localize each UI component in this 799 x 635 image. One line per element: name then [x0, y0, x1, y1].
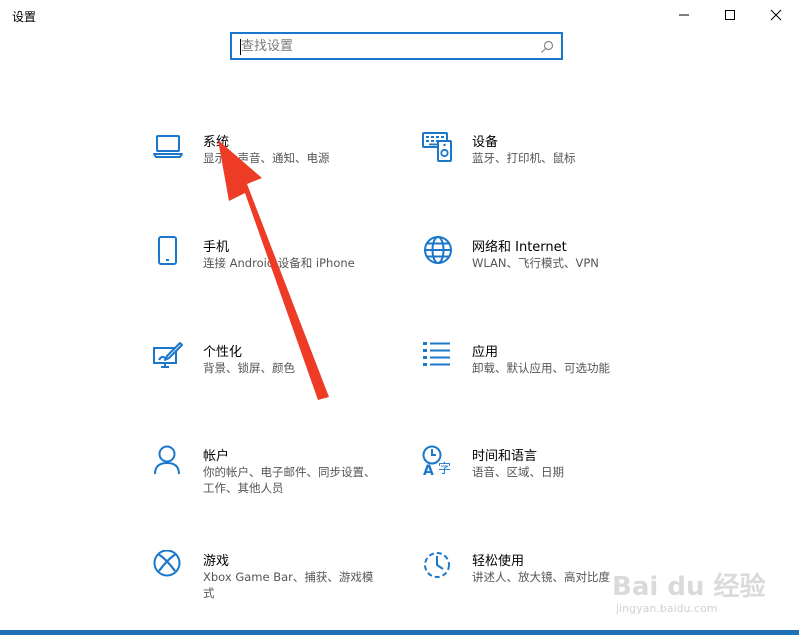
tile-description: 你的帐户、电子邮件、同步设置、工作、其他人员 [203, 465, 376, 495]
title-bar: 设置 [0, 0, 799, 32]
person-icon [154, 445, 180, 475]
window-title: 设置 [12, 10, 37, 24]
svg-text:字: 字 [438, 462, 451, 477]
paintbrush-icon [153, 342, 183, 368]
annotation-arrow [218, 140, 329, 400]
keyboard-icon [422, 132, 452, 162]
search-icon[interactable] [539, 39, 555, 55]
xbox-icon [153, 550, 181, 577]
tile-description: 卸载、默认应用、可选功能 [472, 361, 610, 375]
tile-accounts[interactable]: 帐户 你的帐户、电子邮件、同步设置、工作、其他人员 [153, 445, 393, 515]
tile-label: 系统 [203, 135, 230, 150]
taskbar-edge [0, 630, 799, 635]
tile-description: Xbox Game Bar、捕获、游戏模式 [203, 570, 374, 600]
tile-apps[interactable]: 应用 卸载、默认应用、可选功能 [422, 341, 662, 411]
tile-system[interactable]: 系统 显示、声音、通知、电源 [153, 131, 393, 201]
tile-label: 时间和语言 [472, 449, 538, 464]
tile-description: 背景、锁屏、颜色 [203, 361, 295, 375]
tile-time-language[interactable]: A 字 时间和语言 语音、区域、日期 [422, 445, 662, 515]
close-icon [770, 9, 782, 21]
laptop-icon [153, 135, 183, 158]
tile-label: 轻松使用 [472, 554, 525, 569]
watermark-text: Bai du 经验 [612, 572, 766, 602]
tile-description: 蓝牙、打印机、鼠标 [472, 151, 576, 165]
phone-icon [158, 236, 177, 265]
minimize-icon [679, 14, 689, 16]
tile-phone[interactable]: 手机 连接 Android 设备和 iPhone [153, 236, 393, 306]
tile-label: 网络和 Internet [472, 240, 567, 255]
text-caret [240, 39, 241, 55]
tile-label: 设备 [472, 135, 499, 150]
tile-description: WLAN、飞行模式、VPN [472, 256, 599, 270]
maximize-icon [725, 10, 735, 20]
search-box[interactable] [230, 32, 563, 60]
watermark-subtext: jingyan.baidu.com [616, 602, 718, 615]
tile-devices[interactable]: 设备 蓝牙、打印机、鼠标 [422, 131, 662, 201]
apps-list-icon [423, 342, 450, 366]
globe-icon [424, 236, 452, 264]
minimize-button[interactable] [661, 0, 707, 30]
ease-of-access-icon [424, 552, 450, 578]
search-input[interactable] [238, 36, 531, 56]
tile-description: 连接 Android 设备和 iPhone [203, 256, 355, 270]
tile-personalization[interactable]: 个性化 背景、锁屏、颜色 [153, 341, 393, 411]
svg-text:A: A [423, 463, 434, 477]
tile-label: 游戏 [203, 554, 230, 569]
tile-label: 帐户 [203, 449, 230, 464]
watermark: Bai du 经验 jingyan.baidu.com [600, 548, 799, 628]
tile-network-internet[interactable]: 网络和 Internet WLAN、飞行模式、VPN [422, 236, 662, 306]
tile-description: 显示、声音、通知、电源 [203, 151, 330, 165]
tile-label: 应用 [472, 345, 499, 360]
tile-description: 语音、区域、日期 [472, 465, 564, 479]
close-button[interactable] [753, 0, 799, 30]
tile-label: 手机 [203, 240, 230, 255]
time-language-icon: A 字 [422, 445, 451, 477]
tile-label: 个性化 [203, 345, 243, 360]
tile-gaming[interactable]: 游戏 Xbox Game Bar、捕获、游戏模式 [153, 550, 393, 620]
maximize-button[interactable] [707, 0, 753, 30]
